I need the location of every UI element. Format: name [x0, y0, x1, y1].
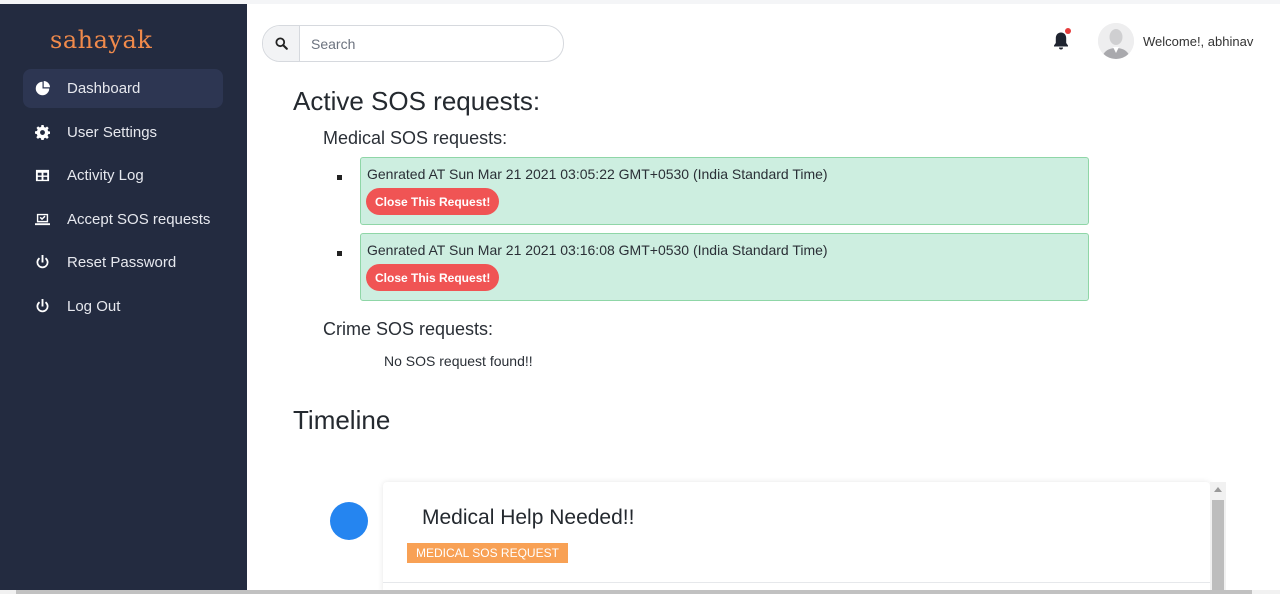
app-logo[interactable]: sahayak — [50, 26, 152, 54]
user-avatar-icon — [1098, 23, 1134, 59]
sos-generated-text: Genrated AT Sun Mar 21 2021 03:05:22 GMT… — [367, 166, 828, 182]
notification-button[interactable] — [1051, 28, 1071, 52]
sidebar-item-accept-sos[interactable]: Accept SOS requests — [23, 200, 223, 239]
pie-chart-icon — [34, 81, 50, 97]
medical-sos-card: Genrated AT Sun Mar 21 2021 03:05:22 GMT… — [360, 157, 1089, 225]
sidebar-item-dashboard[interactable]: Dashboard — [23, 69, 223, 108]
active-sos-heading: Active SOS requests: — [293, 86, 541, 116]
notification-badge — [1065, 28, 1071, 34]
sidebar-item-user-settings[interactable]: User Settings — [23, 113, 223, 152]
search-bar — [262, 25, 564, 62]
list-bullet — [337, 251, 342, 256]
timeline-heading: Timeline — [293, 405, 391, 435]
sidebar-item-label: Log Out — [67, 297, 121, 315]
medical-sos-card: Genrated AT Sun Mar 21 2021 03:16:08 GMT… — [360, 233, 1089, 301]
sidebar-item-label: Reset Password — [67, 254, 177, 271]
power-icon — [34, 298, 50, 314]
sidebar-item-label: Dashboard — [67, 80, 141, 97]
close-request-button[interactable]: Close This Request! — [366, 188, 500, 215]
timeline-scrollbar[interactable] — [1210, 482, 1226, 594]
crime-sos-heading: Crime SOS requests: — [323, 319, 494, 339]
no-sos-message: No SOS request found!! — [384, 353, 533, 369]
sos-generated-text: Genrated AT Sun Mar 21 2021 03:16:08 GMT… — [367, 242, 828, 258]
sidebar-item-label: User Settings — [67, 123, 158, 141]
divider — [383, 582, 1210, 583]
table-icon — [34, 168, 50, 184]
sidebar: sahayak Dashboard User Settings Activity… — [0, 4, 247, 594]
sidebar-item-activity-log[interactable]: Activity Log — [23, 156, 223, 195]
scrollbar-thumb[interactable] — [1212, 500, 1224, 594]
sidebar-nav: Dashboard User Settings Activity Log Acc… — [23, 69, 223, 330]
sidebar-item-label: Accept SOS requests — [67, 210, 211, 228]
scrollbar-thumb[interactable] — [16, 590, 1252, 594]
welcome-text: Welcome!, abhinav — [1143, 34, 1254, 49]
main-content: Welcome!, abhinav Active SOS requests: M… — [247, 4, 1280, 594]
horizontal-scrollbar[interactable] — [0, 590, 1280, 594]
sidebar-item-log-out[interactable]: Log Out — [23, 287, 223, 326]
timeline-card-title: Medical Help Needed!! — [422, 506, 635, 529]
avatar[interactable] — [1098, 23, 1134, 59]
search-button[interactable] — [263, 26, 300, 61]
sidebar-item-label: Activity Log — [67, 167, 144, 184]
timeline-card: Medical Help Needed!! MEDICAL SOS REQUES… — [383, 482, 1210, 594]
power-icon — [34, 255, 50, 271]
timeline-badge: MEDICAL SOS REQUEST — [407, 543, 568, 563]
scroll-up-icon[interactable] — [1214, 487, 1222, 492]
sidebar-item-reset-password[interactable]: Reset Password — [23, 243, 223, 282]
close-request-button[interactable]: Close This Request! — [366, 264, 500, 291]
search-icon — [274, 37, 288, 50]
search-input[interactable] — [300, 35, 550, 52]
list-bullet — [337, 175, 342, 180]
laptop-check-icon — [34, 211, 50, 227]
medical-sos-heading: Medical SOS requests: — [323, 128, 508, 148]
gear-icon — [34, 124, 50, 140]
timeline-dot — [330, 502, 368, 540]
